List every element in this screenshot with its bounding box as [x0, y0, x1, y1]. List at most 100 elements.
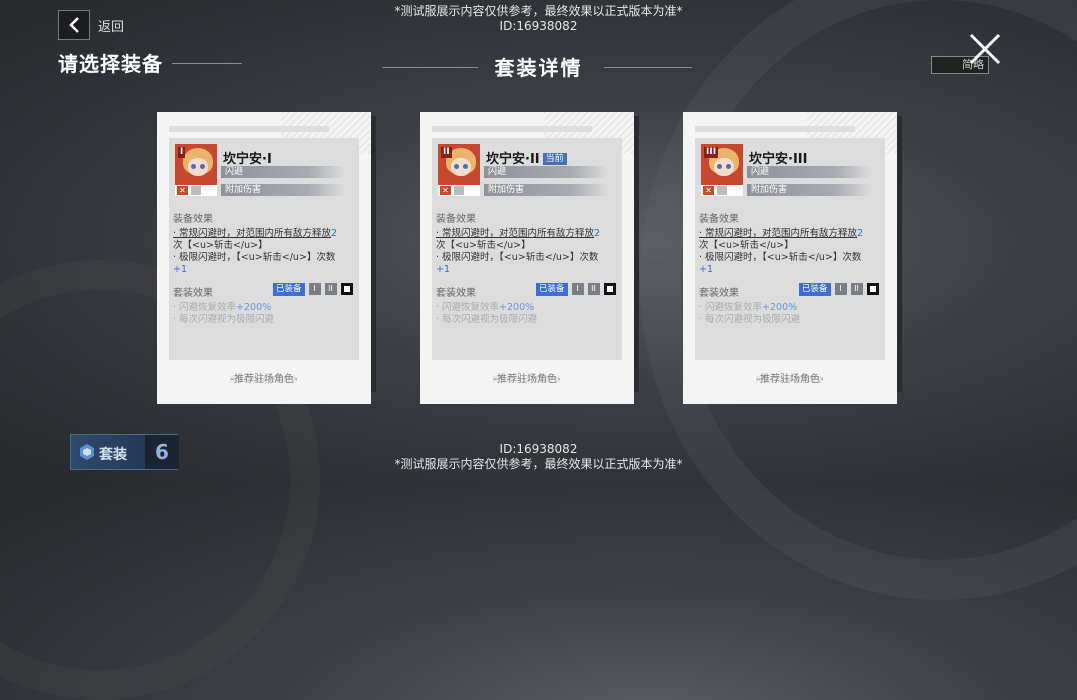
set-effect-label: 套装效果 — [699, 288, 739, 299]
recommend-section[interactable]: RECOMMEND -推荐驻场角色- — [420, 370, 634, 386]
watermark-notice: *测试服展示内容仅供参考，最终效果以正式版本为准* — [394, 457, 683, 471]
tag-extra-damage: 附加伤害 — [221, 184, 345, 196]
level-badge[interactable]: I — [308, 283, 321, 295]
character-portrait: I ✕ — [175, 144, 217, 196]
set-effect-2: · 每次闪避视为极限闪避 — [173, 314, 275, 325]
watermark-top: *测试服展示内容仅供参考，最终效果以正式版本为准* ID:16938082 — [0, 4, 1077, 34]
set-level-badges: 已装备 I II — [799, 282, 879, 296]
equipment-set-card[interactable]: II ✕ 坎宁安·II 当前 闪避 附加伤害 装备效果 · 常规闪避时，对范围内所… — [420, 112, 634, 404]
set-effect-value: +200% — [762, 302, 798, 313]
level-badge[interactable]: II — [587, 283, 600, 295]
recommend-label: -推荐驻场角色- — [756, 374, 824, 385]
tag-extra-damage: 附加伤害 — [484, 184, 608, 196]
equipment-name-text: 坎宁安·III — [749, 152, 808, 167]
effect-value: +1 — [436, 264, 451, 275]
effect-text: · 极限闪避时，【<u>斩击</u>】次数 — [173, 252, 336, 263]
set-effect-2: · 每次闪避视为极限闪避 — [436, 314, 538, 325]
effect-text: 次【<u>斩击</u>】 — [699, 240, 794, 251]
recommend-section[interactable]: RECOMMEND -推荐驻场角色- — [157, 370, 371, 386]
set-effect-text: · 闪避恢复效率 — [173, 302, 237, 313]
effect-value: +1 — [173, 264, 188, 275]
chevron-left-icon — [69, 17, 79, 33]
portrait-footer: ✕ — [175, 185, 217, 196]
close-button[interactable] — [966, 30, 1004, 68]
crossed-swords-icon: ✕ — [703, 186, 714, 195]
equipment-name: 坎宁安·I — [223, 148, 272, 167]
equip-effect-label: 装备效果 — [699, 214, 739, 225]
equipment-set-card[interactable]: III ✕ 坎宁安·III 闪避 附加伤害 装备效果 · 常规闪避时，对范围内所… — [683, 112, 897, 404]
set-effect-1: · 闪避恢复效率+200% — [436, 302, 534, 314]
set-effect-label: 套装效果 — [173, 288, 213, 299]
set-effect-2: · 每次闪避视为极限闪避 — [699, 314, 801, 325]
equip-effect-1: · 常规闪避时，对范围内所有敌方释放2 次【<u>斩击</u>】 — [173, 228, 359, 252]
tag-extra-damage: 附加伤害 — [747, 184, 871, 196]
level-badge[interactable]: I — [571, 283, 584, 295]
equipment-name-text: 坎宁安·I — [223, 152, 272, 167]
tag-dodge: 闪避 — [747, 166, 871, 178]
set-effect-text: · 闪避恢复效率 — [699, 302, 763, 313]
level-badge-active[interactable] — [340, 283, 353, 295]
effect-text: · 极限闪避时，【<u>斩击</u>】次数 — [699, 252, 862, 263]
level-badge-active[interactable] — [866, 283, 879, 295]
effect-text: · 常规闪避时，对范围内所有敌方释放 — [699, 228, 858, 239]
recommend-label: -推荐驻场角色- — [230, 374, 298, 385]
set-level-badges: 已装备 I II — [536, 282, 616, 296]
back-label[interactable]: 返回 — [98, 16, 124, 35]
weapon-icon — [454, 186, 464, 195]
effect-text: · 常规闪避时，对范围内所有敌方释放 — [436, 228, 595, 239]
set-effect-label: 套装效果 — [436, 288, 476, 299]
portrait-footer: ✕ — [438, 185, 480, 196]
portrait-footer: ✕ — [701, 185, 743, 196]
weapon-icon — [717, 186, 727, 195]
level-badge[interactable]: II — [324, 283, 337, 295]
tag-dodge: 闪避 — [221, 166, 345, 178]
effect-text: 次【<u>斩击</u>】 — [173, 240, 268, 251]
portrait-eye — [717, 164, 722, 169]
effect-value: 2 — [857, 228, 864, 239]
equip-effect-label: 装备效果 — [173, 214, 213, 225]
watermark-notice: *测试服展示内容仅供参考，最终效果以正式版本为准* — [394, 4, 683, 18]
rank-badge: III — [704, 147, 719, 158]
effect-value: 2 — [594, 228, 601, 239]
effect-value: 2 — [331, 228, 338, 239]
portrait-eye — [454, 164, 459, 169]
rank-badge: I — [178, 147, 186, 158]
portrait-eye — [463, 164, 468, 169]
effect-text: 次【<u>斩击</u>】 — [436, 240, 531, 251]
equip-effect-label: 装备效果 — [436, 214, 476, 225]
current-badge: 当前 — [542, 153, 567, 165]
rank-badge: II — [441, 147, 452, 158]
portrait-eye — [200, 164, 205, 169]
equipment-name-text: 坎宁安·II — [486, 152, 540, 167]
effect-value: +1 — [699, 264, 714, 275]
watermark-bottom: ID:16938082 *测试服展示内容仅供参考，最终效果以正式版本为准* — [0, 442, 1077, 472]
recommend-section[interactable]: RECOMMEND -推荐驻场角色- — [683, 370, 897, 386]
card-top-bar — [695, 126, 855, 132]
equipped-badge: 已装备 — [273, 282, 305, 296]
set-effect-value: +200% — [499, 302, 535, 313]
equipment-name: 坎宁安·II 当前 — [486, 148, 567, 167]
card-top-bar — [432, 126, 592, 132]
set-effect-text: · 闪避恢复效率 — [436, 302, 500, 313]
level-badge[interactable]: II — [850, 283, 863, 295]
crossed-swords-icon: ✕ — [440, 186, 451, 195]
character-portrait: III ✕ — [701, 144, 743, 196]
equipped-badge: 已装备 — [536, 282, 568, 296]
set-effect-value: +200% — [236, 302, 272, 313]
watermark-id: ID:16938082 — [499, 19, 578, 33]
watermark-id: ID:16938082 — [499, 442, 578, 456]
equip-effect-2: · 极限闪避时，【<u>斩击</u>】次数 +1 — [436, 252, 622, 276]
back-button[interactable] — [58, 10, 90, 40]
equipped-badge: 已装备 — [799, 282, 831, 296]
level-badge[interactable]: I — [834, 283, 847, 295]
portrait-eye — [726, 164, 731, 169]
equip-effect-1: · 常规闪避时，对范围内所有敌方释放2 次【<u>斩击</u>】 — [436, 228, 622, 252]
set-effect-1: · 闪避恢复效率+200% — [173, 302, 271, 314]
effect-text: · 常规闪避时，对范围内所有敌方释放 — [173, 228, 332, 239]
close-icon — [969, 33, 1001, 65]
equipment-set-card[interactable]: I ✕ 坎宁安·I 闪避 附加伤害 装备效果 · 常规闪避时，对范围内所有敌方释… — [157, 112, 371, 404]
card-top-bar — [169, 126, 329, 132]
effect-text: · 极限闪避时，【<u>斩击</u>】次数 — [436, 252, 599, 263]
equipment-name: 坎宁安·III — [749, 148, 807, 167]
level-badge-active[interactable] — [603, 283, 616, 295]
